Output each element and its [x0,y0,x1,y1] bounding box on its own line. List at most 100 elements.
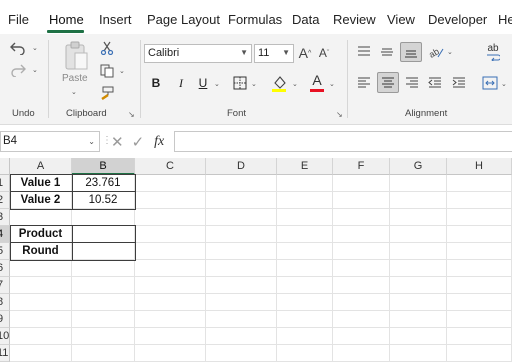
grid-cell[interactable] [72,260,135,277]
undo-dropdown-icon[interactable]: ⌄ [32,44,38,52]
grid-cell[interactable] [206,294,277,311]
grid-cell[interactable] [333,345,390,362]
column-header-g[interactable]: G [390,158,447,175]
cell-a4[interactable]: Product [10,226,72,243]
grid-cell[interactable] [447,192,512,209]
tab-review[interactable]: Review [333,12,376,27]
grid-cell[interactable] [10,328,72,345]
grid-cell[interactable] [447,294,512,311]
grid-cell[interactable] [333,311,390,328]
orientation-dropdown-icon[interactable]: ⌄ [447,48,453,56]
column-header-f[interactable]: F [333,158,390,175]
grid-cell[interactable] [390,294,447,311]
grid-cell[interactable] [333,192,390,209]
grid-cell[interactable] [206,209,277,226]
insert-function-button[interactable]: fx [154,134,164,150]
grid-cell[interactable] [206,328,277,345]
grid-cell[interactable] [333,175,390,192]
borders-icon[interactable] [232,75,248,91]
copy-dropdown-icon[interactable]: ⌄ [119,67,125,75]
column-header-b[interactable]: B [72,158,135,175]
name-box[interactable]: B4 ⌄ [0,131,100,152]
grid-cell[interactable] [277,175,333,192]
grid-cell[interactable] [390,243,447,260]
row-header-3[interactable]: 3 [0,209,10,226]
tab-formulas[interactable]: Formulas [228,12,282,27]
format-painter-icon[interactable] [99,85,115,101]
cell-b4[interactable] [72,226,135,243]
grid-cell[interactable] [206,192,277,209]
font-color-dropdown-icon[interactable]: ⌄ [329,80,335,88]
borders-dropdown-icon[interactable]: ⌄ [251,80,257,88]
row-header-7[interactable]: 7 [0,277,10,294]
redo-dropdown-icon[interactable]: ⌄ [32,66,38,74]
grid-cell[interactable] [333,209,390,226]
grid-cell[interactable] [390,311,447,328]
grid-cell[interactable] [390,192,447,209]
enter-icon[interactable]: ✓ [132,133,145,151]
grid-cell[interactable] [10,294,72,311]
grid-cell[interactable] [447,345,512,362]
grid-cell[interactable] [447,277,512,294]
grid-cell[interactable] [135,175,206,192]
redo-icon[interactable] [8,62,28,78]
undo-icon[interactable] [8,40,28,56]
row-header-4[interactable]: 4 [0,226,10,243]
grid-cell[interactable] [447,260,512,277]
grid-cell[interactable] [135,311,206,328]
row-header-11[interactable]: 11 [0,345,10,362]
bold-button[interactable]: B [149,75,163,91]
merge-dropdown-icon[interactable]: ⌄ [501,80,507,88]
grid-cell[interactable] [447,226,512,243]
grid-cell[interactable] [135,209,206,226]
grid-cell[interactable] [333,243,390,260]
row-header-8[interactable]: 8 [0,294,10,311]
grid-cell[interactable] [10,345,72,362]
row-header-1[interactable]: 1 [0,175,10,192]
row-header-6[interactable]: 6 [0,260,10,277]
grid-cell[interactable] [333,294,390,311]
grid-cell[interactable] [10,209,72,226]
column-header-d[interactable]: D [206,158,277,175]
font-color-icon[interactable]: A [309,72,325,92]
grid-cell[interactable] [72,328,135,345]
column-header-c[interactable]: C [135,158,206,175]
grid-cell[interactable] [135,277,206,294]
row-header-2[interactable]: 2 [0,192,10,209]
cell-a5[interactable]: Round [10,243,72,260]
grid-cell[interactable] [135,192,206,209]
column-header-h[interactable]: H [447,158,512,175]
grid-cell[interactable] [277,345,333,362]
tab-help[interactable]: He [498,12,512,27]
cell-b1[interactable]: 23.761 [72,175,135,192]
increase-indent-icon[interactable] [450,75,468,91]
grid-cell[interactable] [72,311,135,328]
tab-view[interactable]: View [387,12,415,27]
italic-button[interactable]: I [174,75,188,91]
grid-cell[interactable] [277,277,333,294]
grid-cell[interactable] [447,209,512,226]
grid-cell[interactable] [390,277,447,294]
formula-input[interactable] [174,131,512,152]
grid-cell[interactable] [277,311,333,328]
grid-cell[interactable] [447,243,512,260]
grid-cell[interactable] [10,260,72,277]
tab-page-layout[interactable]: Page Layout [147,12,220,27]
grid-cell[interactable] [135,260,206,277]
row-header-5[interactable]: 5 [0,243,10,260]
underline-button[interactable]: U [196,75,210,91]
select-all-corner[interactable] [0,158,10,175]
grid-cell[interactable] [277,294,333,311]
grid-cell[interactable] [10,311,72,328]
font-launcher-icon[interactable]: ↘ [336,110,343,119]
align-middle-icon[interactable] [378,45,396,59]
row-header-10[interactable]: 10 [0,328,10,345]
grid-cell[interactable] [390,226,447,243]
grid-cell[interactable] [390,260,447,277]
grid-cell[interactable] [277,260,333,277]
clipboard-launcher-icon[interactable]: ↘ [128,110,135,119]
grid-cell[interactable] [277,243,333,260]
fill-color-dropdown-icon[interactable]: ⌄ [292,80,298,88]
column-header-e[interactable]: E [277,158,333,175]
grid-cell[interactable] [447,311,512,328]
